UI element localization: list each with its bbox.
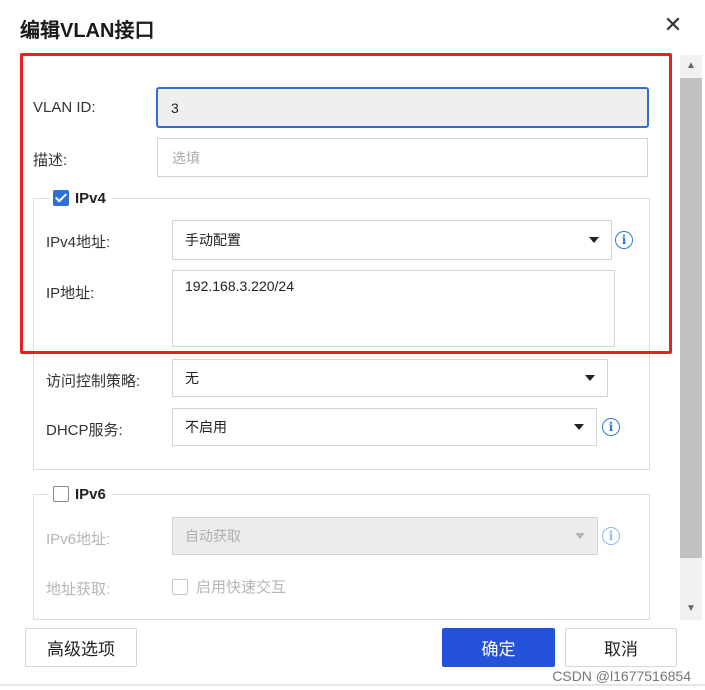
dhcp-value: 不启用 <box>185 419 227 435</box>
info-icon: i <box>602 527 620 545</box>
info-icon[interactable]: i <box>602 418 620 436</box>
chevron-down-icon <box>575 533 585 539</box>
ip-address-value: 192.168.3.220/24 <box>185 278 294 294</box>
close-icon[interactable]: ✕ <box>660 12 686 38</box>
acl-value: 无 <box>185 370 199 386</box>
confirm-button[interactable]: 确定 <box>442 628 555 667</box>
info-icon[interactable]: i <box>615 231 633 249</box>
ipv6-legend: IPv6 <box>49 484 112 504</box>
scroll-up-icon[interactable]: ▲ <box>680 57 702 75</box>
acl-select[interactable]: 无 <box>172 359 608 397</box>
chevron-down-icon <box>585 375 595 381</box>
ipv4-address-label: IPv4地址: <box>46 234 111 251</box>
scroll-down-icon[interactable]: ▼ <box>680 600 702 618</box>
description-label: 描述: <box>33 152 68 169</box>
ip-address-textarea[interactable]: 192.168.3.220/24 <box>172 270 615 347</box>
cancel-button[interactable]: 取消 <box>565 628 677 667</box>
acl-label: 访问控制策略: <box>46 373 141 390</box>
dhcp-select[interactable]: 不启用 <box>172 408 597 446</box>
quick-interaction-label: 启用快速交互 <box>196 579 287 596</box>
divider <box>0 684 705 686</box>
ipv6-address-value: 自动获取 <box>185 528 241 544</box>
scrollbar-thumb[interactable] <box>680 78 702 558</box>
ipv4-checkbox[interactable] <box>53 190 69 206</box>
ipv6-legend-label: IPv6 <box>75 485 106 503</box>
description-input[interactable]: 选填 <box>157 138 648 177</box>
vlan-id-input[interactable]: 3 <box>156 87 649 128</box>
dhcp-label: DHCP服务: <box>46 422 123 439</box>
ipv6-address-select: 自动获取 <box>172 517 598 555</box>
vlan-id-label: VLAN ID: <box>33 99 96 116</box>
advanced-options-button[interactable]: 高级选项 <box>25 628 137 667</box>
ipv6-address-label: IPv6地址: <box>46 531 111 548</box>
dialog-title: 编辑VLAN接口 <box>20 20 155 42</box>
description-placeholder: 选填 <box>172 149 200 166</box>
address-acquire-label: 地址获取: <box>46 581 111 598</box>
chevron-down-icon <box>574 424 584 430</box>
quick-interaction-option: 启用快速交互 <box>172 576 286 597</box>
ipv4-address-value: 手动配置 <box>185 232 241 248</box>
ipv4-address-select[interactable]: 手动配置 <box>172 220 612 260</box>
vlan-id-value: 3 <box>171 99 179 116</box>
ipv4-legend: IPv4 <box>49 188 112 208</box>
watermark: CSDN @l1677516854 <box>552 668 691 684</box>
chevron-down-icon <box>589 237 599 243</box>
quick-interaction-checkbox <box>172 578 188 595</box>
ipv6-checkbox[interactable] <box>53 486 69 502</box>
ipv4-legend-label: IPv4 <box>75 189 106 207</box>
ip-address-label: IP地址: <box>46 285 95 302</box>
ipv6-fieldset <box>33 494 650 620</box>
